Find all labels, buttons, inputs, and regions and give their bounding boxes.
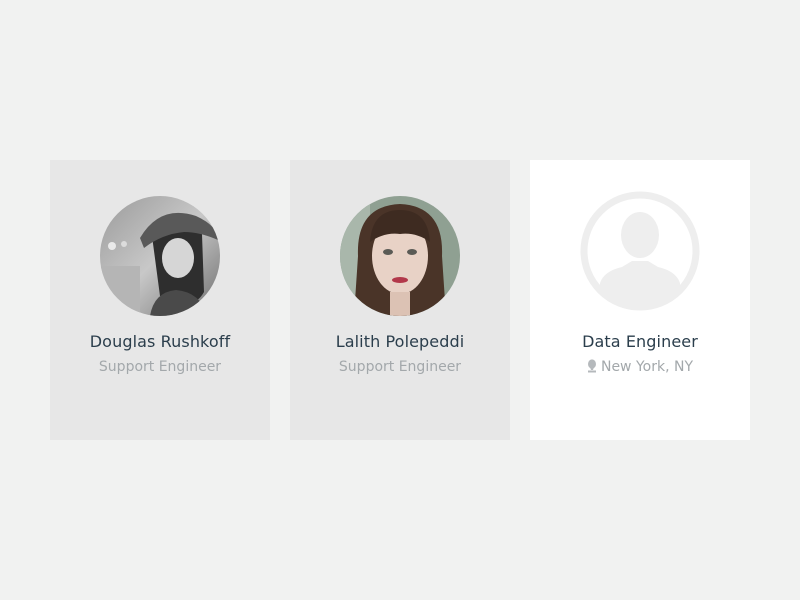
member-name: Lalith Polepeddi [335, 332, 465, 351]
team-page: Douglas Rushkoff Support Engineer Lalith… [0, 0, 800, 600]
avatar-photo-douglas [100, 196, 220, 316]
position-title: Data Engineer [582, 332, 698, 351]
member-name: Douglas Rushkoff [89, 332, 231, 351]
team-member-card[interactable]: Douglas Rushkoff Support Engineer [50, 160, 270, 440]
position-location: New York, NY [530, 359, 750, 377]
placeholder-user-icon [580, 191, 700, 311]
open-position-card[interactable]: Data Engineer New York, NY [530, 160, 750, 440]
location-text: New York, NY [600, 359, 694, 375]
avatar [340, 196, 460, 316]
member-role: Support Engineer [98, 359, 222, 375]
member-role: Support Engineer [338, 359, 462, 375]
team-member-card[interactable]: Lalith Polepeddi Support Engineer [290, 160, 510, 440]
avatar [100, 196, 220, 316]
avatar-photo-lalith [340, 196, 460, 316]
map-pin-icon [587, 359, 597, 377]
